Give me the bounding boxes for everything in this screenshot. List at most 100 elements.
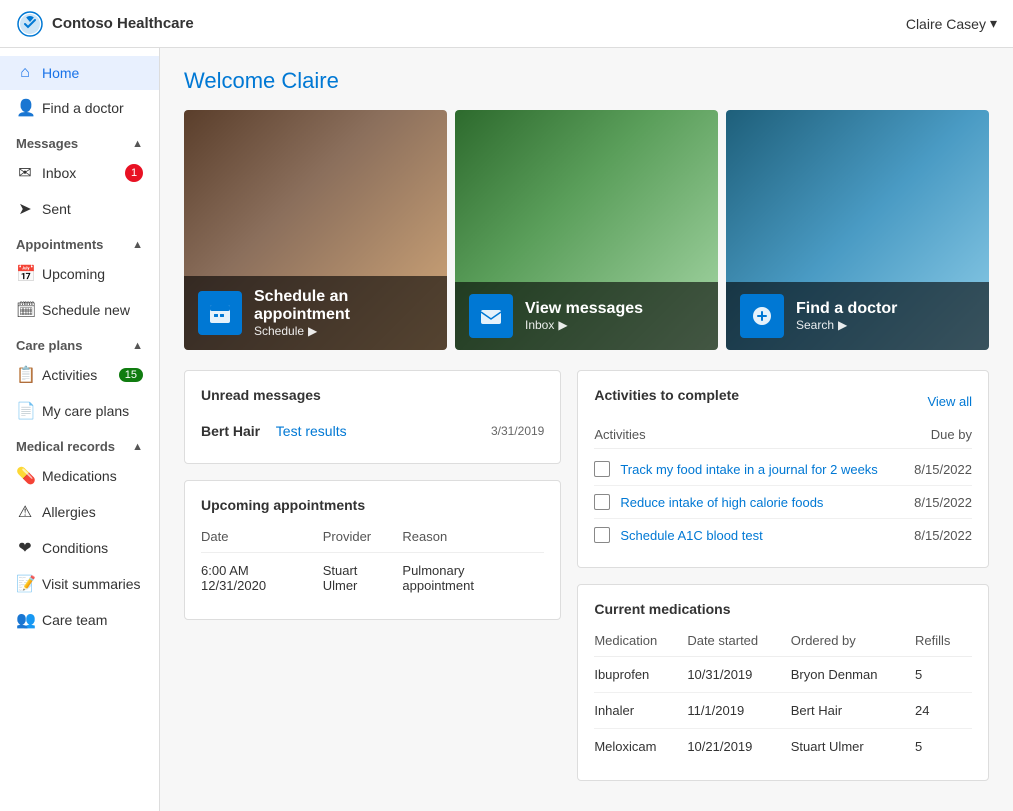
sidebar-schedule-new-label: Schedule new: [42, 302, 130, 318]
my-care-plans-icon: 📄: [16, 401, 34, 421]
message-date: 3/31/2019: [491, 424, 544, 438]
sidebar-visit-summaries-label: Visit summaries: [42, 576, 141, 592]
sidebar: ⌂ Home 👤 Find a doctor Messages ▲ ✉ Inbo…: [0, 48, 160, 811]
table-row: 6:00 AM 12/31/2020 Stuart Ulmer Pulmonar…: [201, 553, 544, 604]
medications-icon: 💊: [16, 466, 34, 486]
hero-card-schedule-title: Schedule an appointment: [254, 288, 433, 324]
activity-name[interactable]: Reduce intake of high calorie foods: [620, 495, 904, 510]
content-grid: Unread messages Bert Hair Test results 3…: [184, 370, 989, 797]
sidebar-activities-label: Activities: [42, 367, 97, 383]
view-all-link[interactable]: View all: [927, 394, 972, 409]
current-medications-card: Current medications Medication Date star…: [577, 584, 989, 781]
sidebar-item-find-doctor[interactable]: 👤 Find a doctor: [0, 90, 159, 126]
sidebar-item-upcoming[interactable]: 📅 Upcoming: [0, 256, 159, 292]
content-left: Unread messages Bert Hair Test results 3…: [184, 370, 561, 797]
table-row: Inhaler 11/1/2019 Bert Hair 24: [594, 693, 972, 729]
sidebar-item-visit-summaries[interactable]: 📝 Visit summaries: [0, 566, 159, 602]
hero-card-messages-sub: Inbox ▶: [525, 318, 643, 332]
appointments-section-label: Appointments: [16, 237, 103, 252]
upcoming-appointments-card: Upcoming appointments Date Provider Reas…: [184, 480, 561, 620]
sidebar-item-inbox[interactable]: ✉ Inbox 1: [0, 155, 159, 191]
activity-name[interactable]: Schedule A1C blood test: [620, 528, 904, 543]
find-doctor-card-icon: [740, 294, 784, 338]
inbox-badge: 1: [125, 164, 143, 182]
sidebar-item-my-care-plans[interactable]: 📄 My care plans: [0, 393, 159, 429]
activity-due: 8/15/2022: [914, 495, 972, 510]
med-ordered-by: Stuart Ulmer: [791, 729, 915, 765]
upcoming-icon: 📅: [16, 264, 34, 284]
arrow-icon: ▶: [838, 318, 847, 332]
medical-records-section-label: Medical records: [16, 439, 115, 454]
activity-item: Track my food intake in a journal for 2 …: [594, 453, 972, 486]
message-row: Bert Hair Test results 3/31/2019: [201, 415, 544, 447]
activity-checkbox[interactable]: [594, 461, 610, 477]
user-menu[interactable]: Claire Casey ▾: [906, 15, 997, 32]
activities-title: Activities to complete: [594, 387, 739, 403]
sidebar-item-care-team[interactable]: 👥 Care team: [0, 602, 159, 638]
activities-card: Activities to complete View all Activiti…: [577, 370, 989, 568]
activities-icon: 📋: [16, 365, 34, 385]
medical-records-chevron-icon: ▲: [132, 441, 143, 453]
arrow-icon: ▶: [308, 324, 317, 338]
med-name: Inhaler: [594, 693, 687, 729]
hero-card-find-doctor[interactable]: Find a doctor Search ▶: [726, 110, 989, 350]
appointment-reason: Pulmonary appointment: [402, 553, 544, 604]
med-col-date: Date started: [687, 629, 790, 657]
brand: Contoso Healthcare: [16, 10, 194, 38]
topnav: Contoso Healthcare Claire Casey ▾: [0, 0, 1013, 48]
appointments-section[interactable]: Appointments ▲: [0, 227, 159, 256]
schedule-card-icon: [198, 291, 242, 335]
messages-section-label: Messages: [16, 136, 78, 151]
sidebar-item-medications[interactable]: 💊 Medications: [0, 458, 159, 494]
hero-cards: Schedule an appointment Schedule ▶: [184, 110, 989, 350]
activities-columns: Activities Due by: [594, 427, 972, 449]
brand-name: Contoso Healthcare: [52, 15, 194, 32]
conditions-icon: ❤: [16, 538, 34, 558]
care-plans-section[interactable]: Care plans ▲: [0, 328, 159, 357]
appointment-provider: Stuart Ulmer: [323, 553, 403, 604]
sidebar-item-home[interactable]: ⌂ Home: [0, 56, 159, 90]
med-refills: 5: [915, 657, 972, 693]
sidebar-item-conditions[interactable]: ❤ Conditions: [0, 530, 159, 566]
hero-card-schedule-text: Schedule an appointment Schedule ▶: [254, 288, 433, 338]
visit-summaries-icon: 📝: [16, 574, 34, 594]
activity-checkbox[interactable]: [594, 494, 610, 510]
allergies-icon: ⚠: [16, 502, 34, 522]
sidebar-inbox-label: Inbox: [42, 165, 76, 181]
sidebar-item-allergies[interactable]: ⚠ Allergies: [0, 494, 159, 530]
activity-checkbox[interactable]: [594, 527, 610, 543]
sidebar-conditions-label: Conditions: [42, 540, 108, 556]
schedule-new-icon: 🗓: [16, 300, 34, 320]
med-col-medication: Medication: [594, 629, 687, 657]
sidebar-item-activities[interactable]: 📋 Activities 15: [0, 357, 159, 393]
med-refills: 24: [915, 693, 972, 729]
hero-card-find-doctor-text: Find a doctor Search ▶: [796, 300, 897, 332]
activity-due: 8/15/2022: [914, 462, 972, 477]
med-date-started: 11/1/2019: [687, 693, 790, 729]
med-col-refills: Refills: [915, 629, 972, 657]
hero-card-find-doctor-overlay: Find a doctor Search ▶: [726, 282, 989, 350]
message-sender: Bert Hair: [201, 423, 260, 439]
sidebar-home-label: Home: [42, 65, 79, 81]
home-icon: ⌂: [16, 64, 34, 82]
medical-records-section[interactable]: Medical records ▲: [0, 429, 159, 458]
sidebar-medications-label: Medications: [42, 468, 117, 484]
care-plans-chevron-icon: ▲: [132, 340, 143, 352]
sidebar-allergies-label: Allergies: [42, 504, 96, 520]
hero-card-messages[interactable]: View messages Inbox ▶: [455, 110, 718, 350]
unread-messages-card: Unread messages Bert Hair Test results 3…: [184, 370, 561, 464]
activity-name[interactable]: Track my food intake in a journal for 2 …: [620, 462, 904, 477]
med-ordered-by: Bryon Denman: [791, 657, 915, 693]
hero-card-schedule-sub: Schedule ▶: [254, 324, 433, 338]
messages-card-icon: [469, 294, 513, 338]
activity-item: Schedule A1C blood test 8/15/2022: [594, 519, 972, 551]
sidebar-item-sent[interactable]: ➤ Sent: [0, 191, 159, 227]
message-link[interactable]: Test results: [276, 423, 347, 439]
medications-table: Medication Date started Ordered by Refil…: [594, 629, 972, 764]
sidebar-item-schedule-new[interactable]: 🗓 Schedule new: [0, 292, 159, 328]
hero-card-schedule[interactable]: Schedule an appointment Schedule ▶: [184, 110, 447, 350]
main-content: Welcome Claire Schedule an appoin: [160, 48, 1013, 811]
messages-section[interactable]: Messages ▲: [0, 126, 159, 155]
user-name: Claire Casey: [906, 16, 986, 32]
med-date-started: 10/31/2019: [687, 657, 790, 693]
